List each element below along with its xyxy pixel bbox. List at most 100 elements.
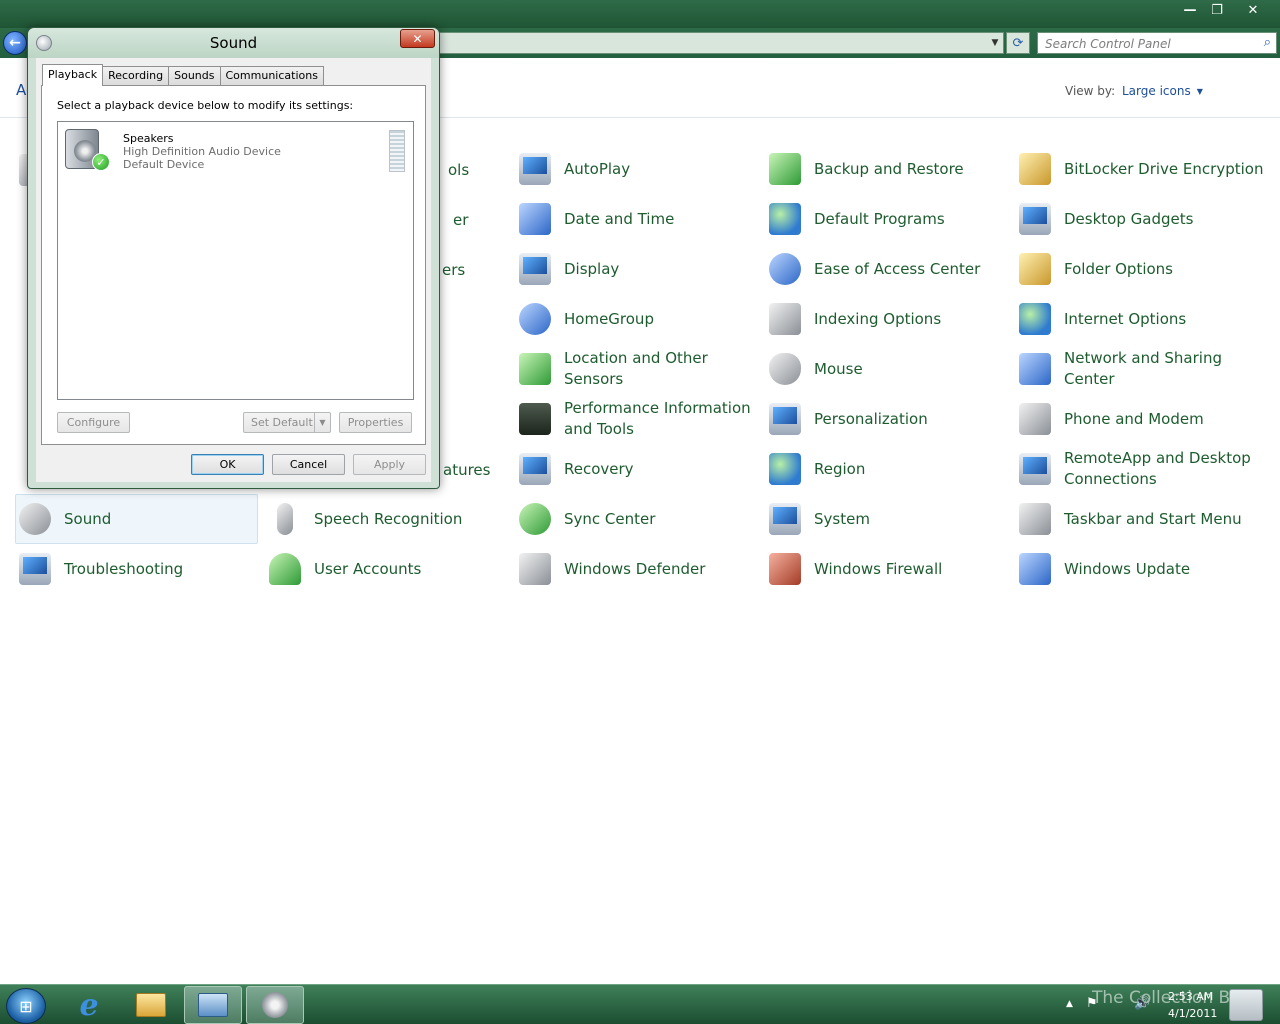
action-center-flag-icon[interactable]: ⚑ [1086,996,1098,1011]
search-box[interactable]: ⌕ [1037,32,1277,54]
maximize-button[interactable]: ❐ [1203,0,1231,20]
backup-icon [769,153,801,185]
configure-button[interactable]: Configure [57,412,130,433]
mouse-icon [769,353,801,385]
cp-item-sync-center[interactable]: Sync Center [516,494,756,544]
cp-item-indexing-options[interactable]: Indexing Options [766,294,1006,344]
clock-date[interactable]: 4/1/2011 [1168,1007,1217,1020]
back-button[interactable]: ← [3,31,27,55]
cp-item-label: Backup and Restore [814,159,964,178]
cp-item-bitlocker[interactable]: BitLocker Drive Encryption [1016,144,1276,194]
dialog-body: Playback Recording Sounds Communications… [36,58,431,482]
cp-item-mouse[interactable]: Mouse [766,344,1006,394]
tab-recording[interactable]: Recording [102,66,170,86]
cp-item-display[interactable]: Display [516,244,756,294]
set-default-button[interactable]: Set Default ▼ [243,412,331,433]
minimize-button[interactable]: — [1176,0,1204,20]
cp-item-speech-recognition[interactable]: Speech Recognition [266,494,506,544]
cp-item-windows-update[interactable]: Windows Update [1016,544,1276,594]
gadgets-icon [1019,203,1051,235]
folder-icon [136,993,166,1017]
address-dropdown-icon[interactable]: ▼ [988,32,1002,54]
cp-item-label: Windows Defender [564,559,706,578]
cp-item-label-fragment: er [453,210,469,229]
tab-strip: Playback Recording Sounds Communications [42,64,324,86]
clock-time[interactable]: 2:53 AM [1168,990,1213,1003]
volume-icon[interactable]: 🔊 [1134,996,1150,1011]
region-icon [769,453,801,485]
taskbar-icon [1019,503,1051,535]
windows-update-icon [1019,553,1051,585]
cp-item-label: User Accounts [314,559,422,578]
chevron-down-icon[interactable]: ▼ [314,413,330,432]
cp-item-label: Date and Time [564,209,675,228]
cp-item-label: Network and Sharing Center [1064,349,1222,388]
dialog-close-button[interactable]: ✕ [400,29,435,48]
cp-item-user-accounts[interactable]: User Accounts [266,544,506,594]
cp-item-desktop-gadgets[interactable]: Desktop Gadgets [1016,194,1276,244]
view-by-dropdown[interactable]: Large icons [1122,84,1203,98]
cp-item-default-programs[interactable]: Default Programs [766,194,1006,244]
cp-item-troubleshooting[interactable]: Troubleshooting [16,544,256,594]
cp-item-system[interactable]: System [766,494,1006,544]
search-input[interactable] [1038,34,1248,54]
cancel-button[interactable]: Cancel [272,454,345,475]
cp-item-recovery[interactable]: Recovery [516,444,756,494]
default-programs-icon [769,203,801,235]
cp-item-backup-and-restore[interactable]: Backup and Restore [766,144,1006,194]
performance-icon [519,403,551,435]
cp-item-taskbar-start-menu[interactable]: Taskbar and Start Menu [1016,494,1276,544]
apply-button[interactable]: Apply [353,454,426,475]
show-desktop-button[interactable] [1229,989,1263,1021]
cp-item-autoplay[interactable]: AutoPlay [516,144,756,194]
cp-item-homegroup[interactable]: HomeGroup [516,294,756,344]
refresh-button[interactable]: ⟳ [1006,32,1030,54]
cp-item-label: Troubleshooting [64,559,184,578]
taskbar-internet-explorer[interactable]: e [60,986,118,1024]
cp-item-personalization[interactable]: Personalization [766,394,1006,444]
taskbar-control-panel[interactable] [184,986,242,1024]
ok-button[interactable]: OK [191,454,264,475]
cp-item-windows-firewall[interactable]: Windows Firewall [766,544,1006,594]
show-hidden-icons-arrow[interactable]: ▲ [1066,999,1073,1009]
recovery-icon [519,453,551,485]
cp-item-ease-of-access[interactable]: Ease of Access Center [766,244,1006,294]
cp-item-label: Mouse [814,359,863,378]
device-row-speakers[interactable]: ✓ Speakers High Definition Audio Device … [60,127,409,175]
device-list[interactable]: ✓ Speakers High Definition Audio Device … [57,121,414,400]
default-check-icon: ✓ [92,153,110,171]
cp-item-region[interactable]: Region [766,444,1006,494]
autoplay-icon [519,153,551,185]
cp-item-network-sharing[interactable]: Network and Sharing Center [1016,344,1276,394]
tab-sounds[interactable]: Sounds [168,66,221,86]
dialog-title: Sound [209,34,258,52]
cp-item-label: HomeGroup [564,309,654,328]
cp-item-label-fragment: ers [442,260,466,279]
cp-item-folder-options[interactable]: Folder Options [1016,244,1276,294]
cp-item-performance[interactable]: Performance Information and Tools [516,394,756,444]
cp-item-label: Windows Update [1064,559,1191,578]
tab-playback[interactable]: Playback [42,64,104,86]
taskbar-windows-explorer[interactable] [122,986,180,1024]
search-icon[interactable]: ⌕ [1264,35,1271,50]
properties-button[interactable]: Properties [339,412,412,433]
cp-item-sound[interactable]: Sound [15,494,258,544]
start-button[interactable]: ⊞ [6,988,46,1024]
cp-item-remoteapp[interactable]: RemoteApp and Desktop Connections [1016,444,1276,494]
display-icon [519,253,551,285]
taskbar-sound[interactable] [246,986,304,1024]
cp-item-label: Indexing Options [814,309,942,328]
dialog-titlebar[interactable]: Sound ✕ [28,28,439,58]
folder-options-icon [1019,253,1051,285]
internet-explorer-icon: e [79,987,99,1023]
cp-item-label: System [814,509,870,528]
system-icon [769,503,801,535]
close-button[interactable]: ✕ [1238,0,1268,20]
tab-communications[interactable]: Communications [219,66,324,86]
cp-item-windows-defender[interactable]: Windows Defender [516,544,756,594]
cp-item-date-and-time[interactable]: Date and Time [516,194,756,244]
cp-item-phone-modem[interactable]: Phone and Modem [1016,394,1276,444]
cp-item-label: Ease of Access Center [814,259,981,278]
cp-item-internet-options[interactable]: Internet Options [1016,294,1276,344]
cp-item-location-sensors[interactable]: Location and Other Sensors [516,344,756,394]
